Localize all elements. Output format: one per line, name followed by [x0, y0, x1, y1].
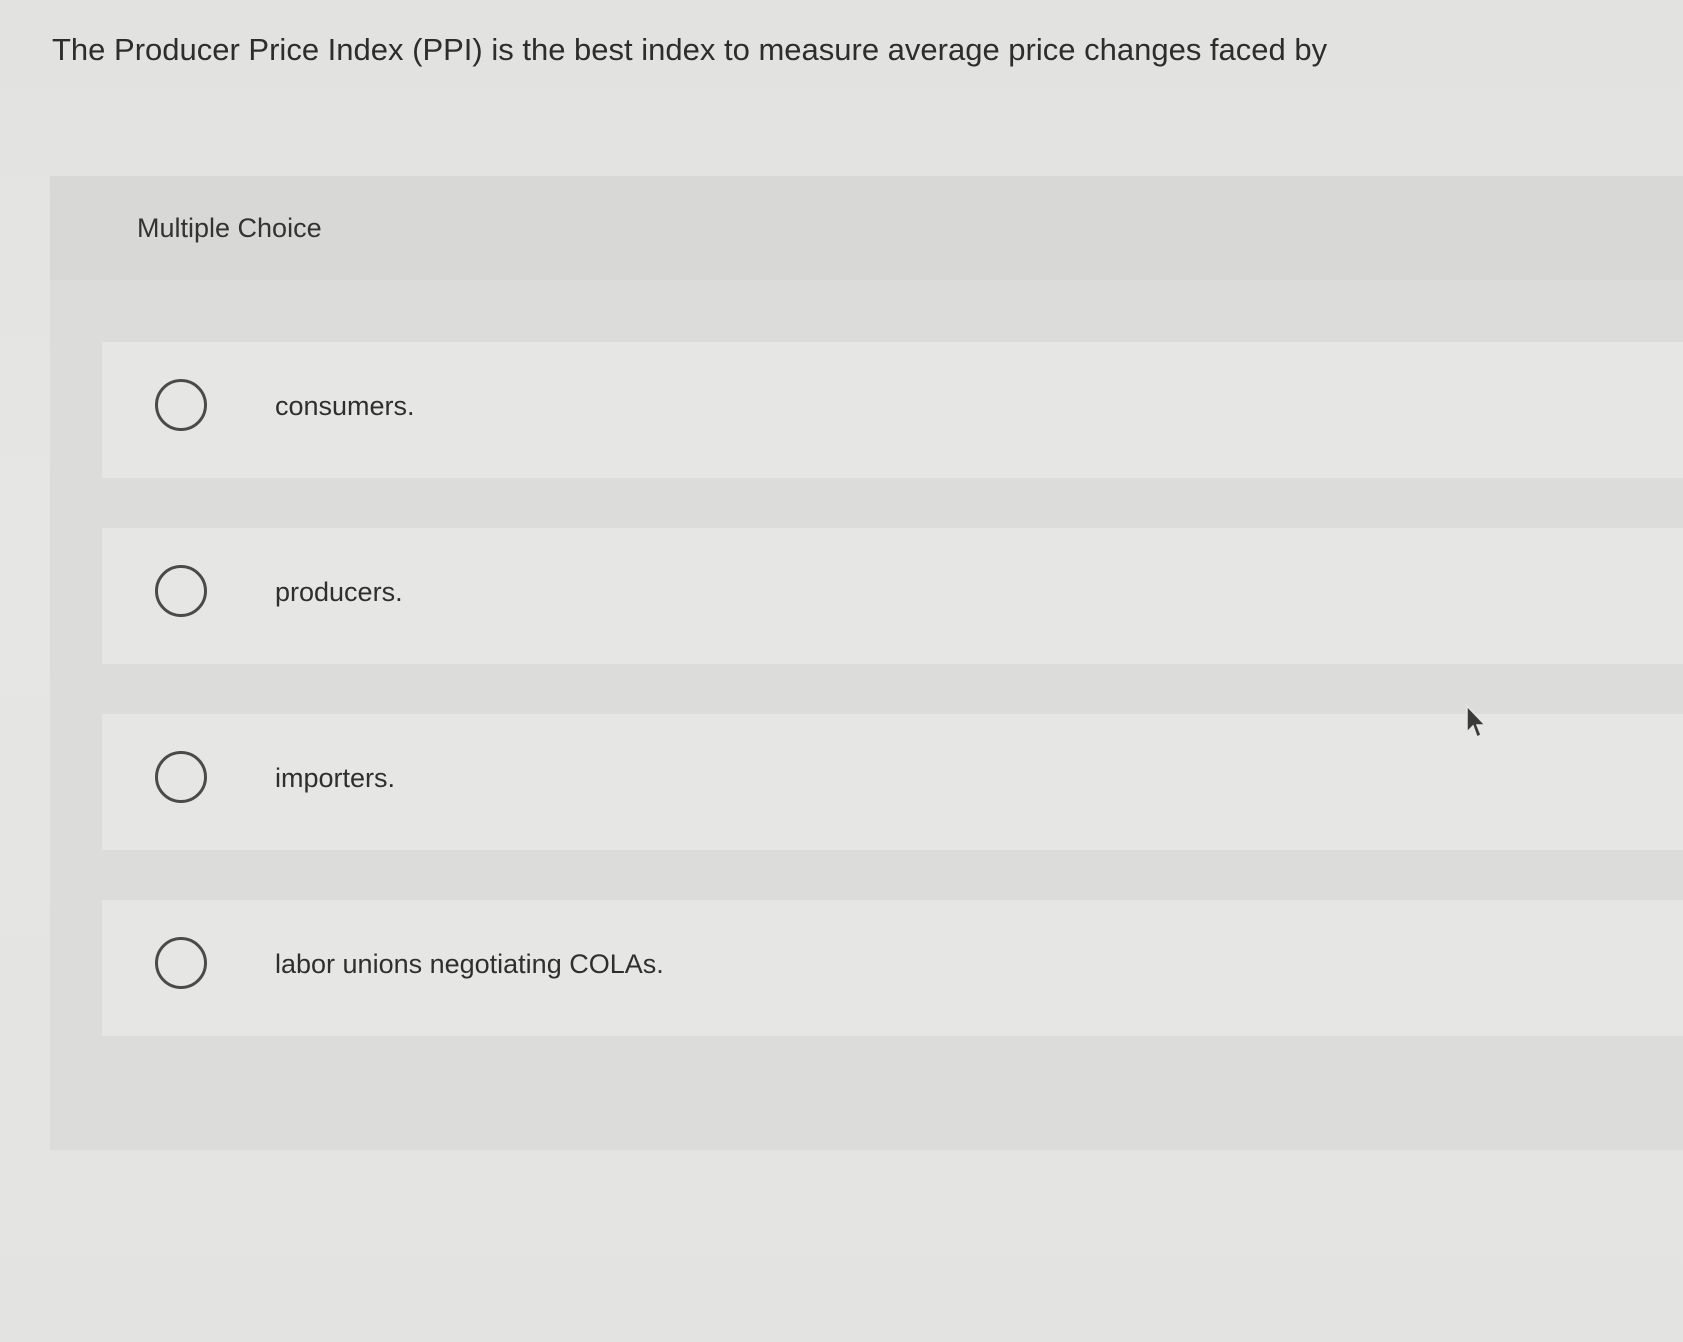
multiple-choice-title: Multiple Choice: [137, 213, 322, 243]
radio-button[interactable]: [155, 751, 207, 803]
option-label: producers.: [275, 577, 403, 607]
option-label: importers.: [275, 763, 396, 793]
option-importers[interactable]: importers.: [102, 714, 1683, 850]
option-label: consumers.: [275, 391, 415, 421]
radio-button[interactable]: [155, 379, 207, 431]
option-producers[interactable]: producers.: [102, 528, 1683, 664]
mouse-pointer-icon: [1466, 704, 1487, 739]
option-label: labor unions negotiating COLAs.: [275, 949, 664, 979]
multiple-choice-panel: Multiple Choice consumers. producers. im…: [50, 176, 1683, 1150]
multiple-choice-header: Multiple Choice: [50, 176, 1683, 280]
option-labor-unions[interactable]: labor unions negotiating COLAs.: [102, 900, 1683, 1036]
question-text: The Producer Price Index (PPI) is the be…: [52, 32, 1328, 67]
option-consumers[interactable]: consumers.: [102, 342, 1683, 478]
radio-button[interactable]: [155, 937, 207, 989]
page: The Producer Price Index (PPI) is the be…: [0, 0, 1683, 1342]
radio-button[interactable]: [155, 565, 207, 617]
